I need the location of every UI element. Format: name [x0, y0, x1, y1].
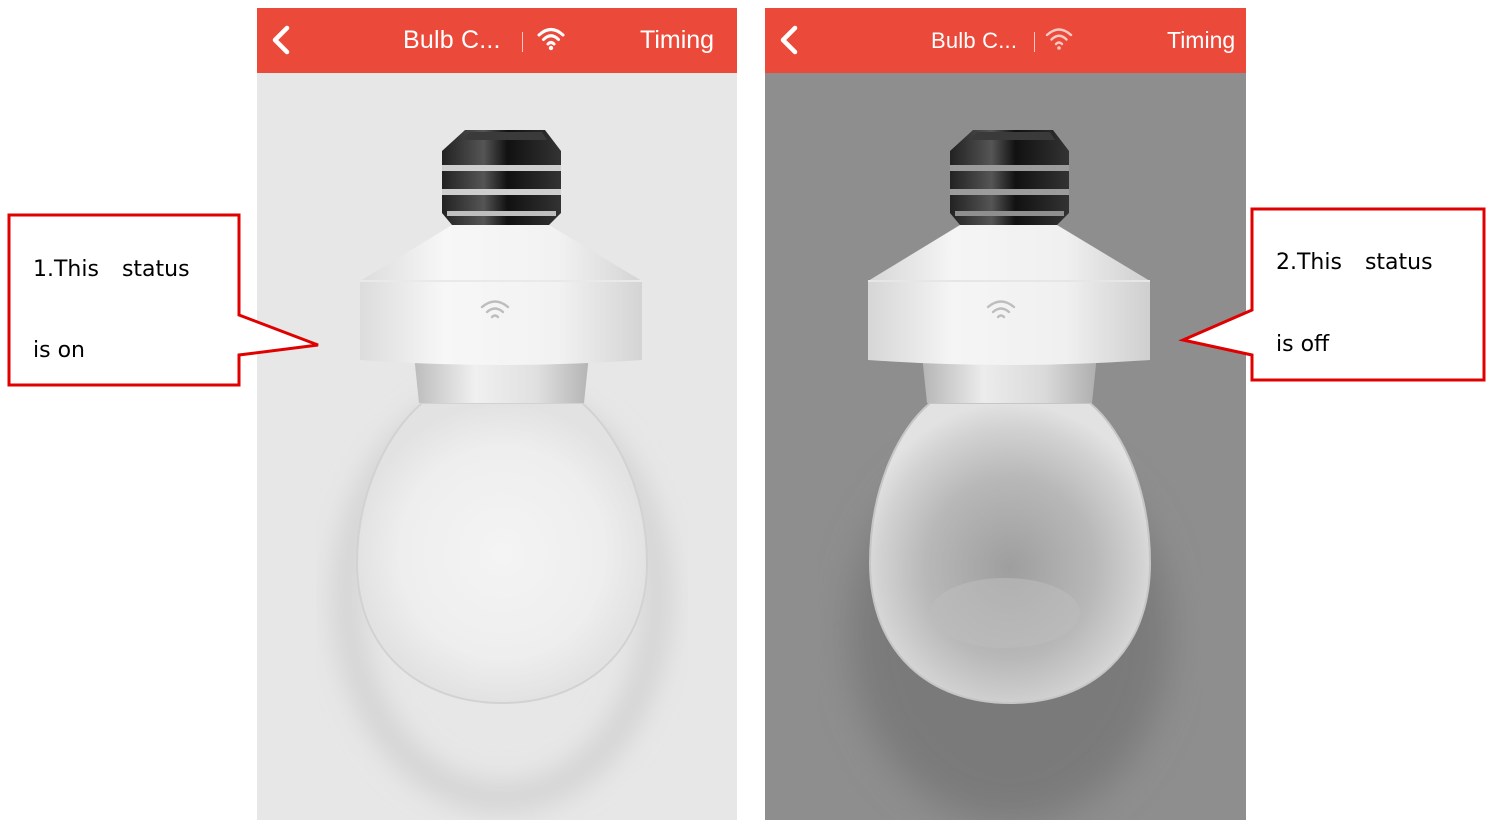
back-button[interactable]	[263, 22, 299, 58]
callout-shapes	[7, 207, 1486, 387]
callout-2-line2: is off	[1276, 332, 1330, 357]
chevron-left-icon	[272, 25, 290, 55]
chevron-left-icon	[780, 25, 798, 55]
bulb-off-illustration[interactable]	[765, 73, 1246, 820]
device-title: Bulb C...	[403, 26, 501, 54]
timing-button[interactable]: Timing	[640, 26, 714, 55]
title-divider	[522, 32, 523, 52]
callout-2-line1: 2.This status	[1276, 250, 1433, 275]
title-divider	[1034, 32, 1035, 52]
header-bar: Bulb C... Timing	[765, 8, 1246, 73]
phone-screen-on: Bulb C... Timing	[257, 8, 737, 820]
timing-button[interactable]: Timing	[1167, 27, 1235, 54]
wifi-icon	[537, 28, 565, 51]
callout-1-line1: 1.This status	[33, 257, 190, 282]
header-bar: Bulb C... Timing	[257, 8, 737, 73]
device-title: Bulb C...	[931, 28, 1018, 53]
back-button[interactable]	[771, 22, 807, 58]
phone-screen-off: Bulb C... Timing	[765, 8, 1246, 820]
wifi-icon	[1045, 28, 1073, 50]
bulb-on-illustration[interactable]	[257, 73, 737, 820]
callout-1-line2: is on	[33, 338, 85, 363]
